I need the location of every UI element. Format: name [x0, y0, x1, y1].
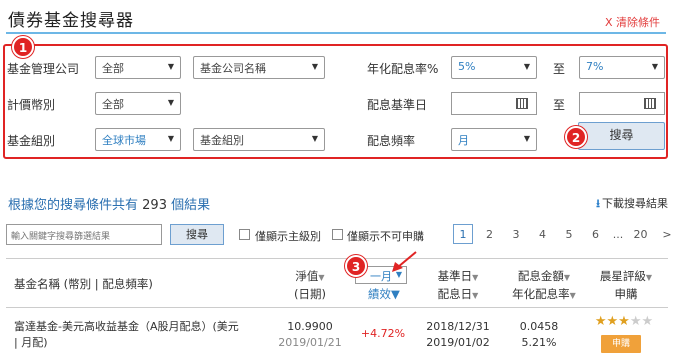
page-link[interactable]: 1: [453, 224, 473, 244]
dividend-cell: 0.0458 5.21%: [519, 320, 559, 349]
yield-to-label: 至: [553, 62, 566, 76]
fund-name-link[interactable]: 富達基金-美元高收益基金（A股月配息）(美元 | 月配): [14, 319, 239, 351]
page-link[interactable]: 4: [533, 225, 553, 245]
currency-select[interactable]: 全部 ▼: [95, 92, 181, 115]
fund-group-select[interactable]: 基金組別 ▼: [193, 128, 325, 151]
manager-select[interactable]: 全部 ▼: [95, 56, 181, 79]
page-link[interactable]: 6: [586, 225, 606, 245]
step-badge-2: 2: [565, 126, 587, 148]
dates-cell: 2018/12/31 2019/01/02: [426, 320, 490, 349]
download-icon: ⭳: [596, 197, 600, 210]
chevron-down-icon: ▼: [167, 62, 174, 71]
sort-icon: ▼: [391, 287, 400, 301]
sort-icon: ▼: [472, 273, 479, 282]
pointer-arrow-icon: [392, 251, 417, 272]
pagination: 1 2 3 4 5 6 ... 20 >: [453, 224, 680, 245]
company-name-select[interactable]: 基金公司名稱 ▼: [193, 56, 325, 79]
nav-cell: 10.9900 2019/01/21: [278, 320, 342, 349]
page-link[interactable]: 2: [480, 225, 500, 245]
base-date-from-input[interactable]: [451, 92, 537, 115]
result-summary: 根據您的搜尋條件共有 293 個結果: [8, 198, 211, 213]
morningstar-rating: ★★★★★: [586, 314, 662, 329]
table-divider-top: [6, 258, 668, 259]
frequency-label: 配息頻率: [367, 134, 416, 148]
group-label: 基金組別: [7, 134, 56, 148]
step-badge-1: 1: [12, 36, 34, 58]
sort-icon: ▼: [569, 291, 576, 300]
result-count: 293: [142, 198, 167, 213]
sort-icon: ▼: [563, 273, 571, 282]
download-results-link[interactable]: ⭳ 下載搜尋結果: [596, 195, 668, 214]
yield-label: 年化配息率%: [367, 62, 439, 76]
star-icon: ★: [594, 314, 607, 329]
page-ellipsis: ...: [612, 228, 624, 241]
chevron-down-icon: ▼: [167, 98, 174, 107]
table-divider-header: [6, 307, 668, 308]
star-icon: ★: [641, 314, 654, 329]
calendar-icon[interactable]: [644, 98, 656, 109]
column-header-dates[interactable]: 基準日▼ 配息日▼: [426, 268, 490, 304]
unavailable-checkbox[interactable]: [332, 229, 343, 240]
calendar-icon[interactable]: [516, 98, 528, 109]
page-link[interactable]: 5: [559, 225, 579, 245]
main-class-label: 僅顯示主級別: [255, 230, 321, 243]
currency-label: 計價幣別: [7, 98, 56, 112]
yield-to-select[interactable]: 7% ▼: [579, 56, 665, 79]
sort-icon: ▼: [318, 273, 325, 282]
sort-icon: ▼: [472, 291, 479, 300]
column-header-name: 基金名稱 (幣別 | 配息頻率): [14, 277, 153, 291]
chevron-down-icon: ▼: [311, 62, 318, 71]
filter-search-button[interactable]: 搜尋: [578, 122, 665, 150]
main-class-checkbox[interactable]: [239, 229, 250, 240]
keyword-search-button[interactable]: 搜尋: [170, 224, 224, 245]
region-select[interactable]: 全球市場 ▼: [95, 128, 181, 151]
base-date-to-input[interactable]: [579, 92, 665, 115]
base-date-label: 配息基準日: [367, 98, 428, 112]
next-page-link[interactable]: >: [657, 225, 677, 245]
frequency-select[interactable]: 月 ▼: [451, 128, 537, 151]
column-header-performance[interactable]: 績效▼: [368, 286, 400, 302]
column-header-nav[interactable]: 淨值▼ (日期): [280, 268, 340, 302]
manager-label: 基金管理公司: [7, 62, 80, 76]
date-to-label: 至: [553, 98, 566, 112]
chevron-down-icon: ▼: [651, 62, 658, 71]
page-title: 債券基金搜尋器: [8, 11, 134, 31]
chevron-down-icon: ▼: [523, 62, 530, 71]
star-icon: ★: [618, 314, 630, 329]
step-badge-3: 3: [345, 255, 367, 277]
chevron-down-icon: ▼: [523, 134, 530, 143]
page-link[interactable]: 20: [631, 225, 651, 245]
yield-from-select[interactable]: 5% ▼: [451, 56, 537, 79]
subscribe-button[interactable]: 申購: [601, 335, 641, 353]
keyword-search-input[interactable]: 輸入關鍵字搜尋篩選結果: [6, 224, 162, 245]
chevron-down-icon: ▼: [311, 134, 318, 143]
page-link[interactable]: 3: [506, 225, 526, 245]
unavailable-label: 僅顯示不可申購: [347, 230, 424, 243]
column-header-dividend[interactable]: 配息金額▼ 年化配息率▼: [500, 268, 588, 304]
performance-cell: +4.72%: [360, 327, 406, 340]
title-divider: [6, 32, 666, 34]
sort-icon: ▼: [645, 273, 653, 282]
chevron-down-icon: ▼: [167, 134, 174, 143]
clear-filters-link[interactable]: X 清除條件: [605, 14, 660, 30]
star-icon: ★: [629, 314, 642, 329]
column-header-rating[interactable]: 晨星評級▼ 申購: [590, 268, 662, 302]
star-icon: ★: [606, 314, 619, 329]
